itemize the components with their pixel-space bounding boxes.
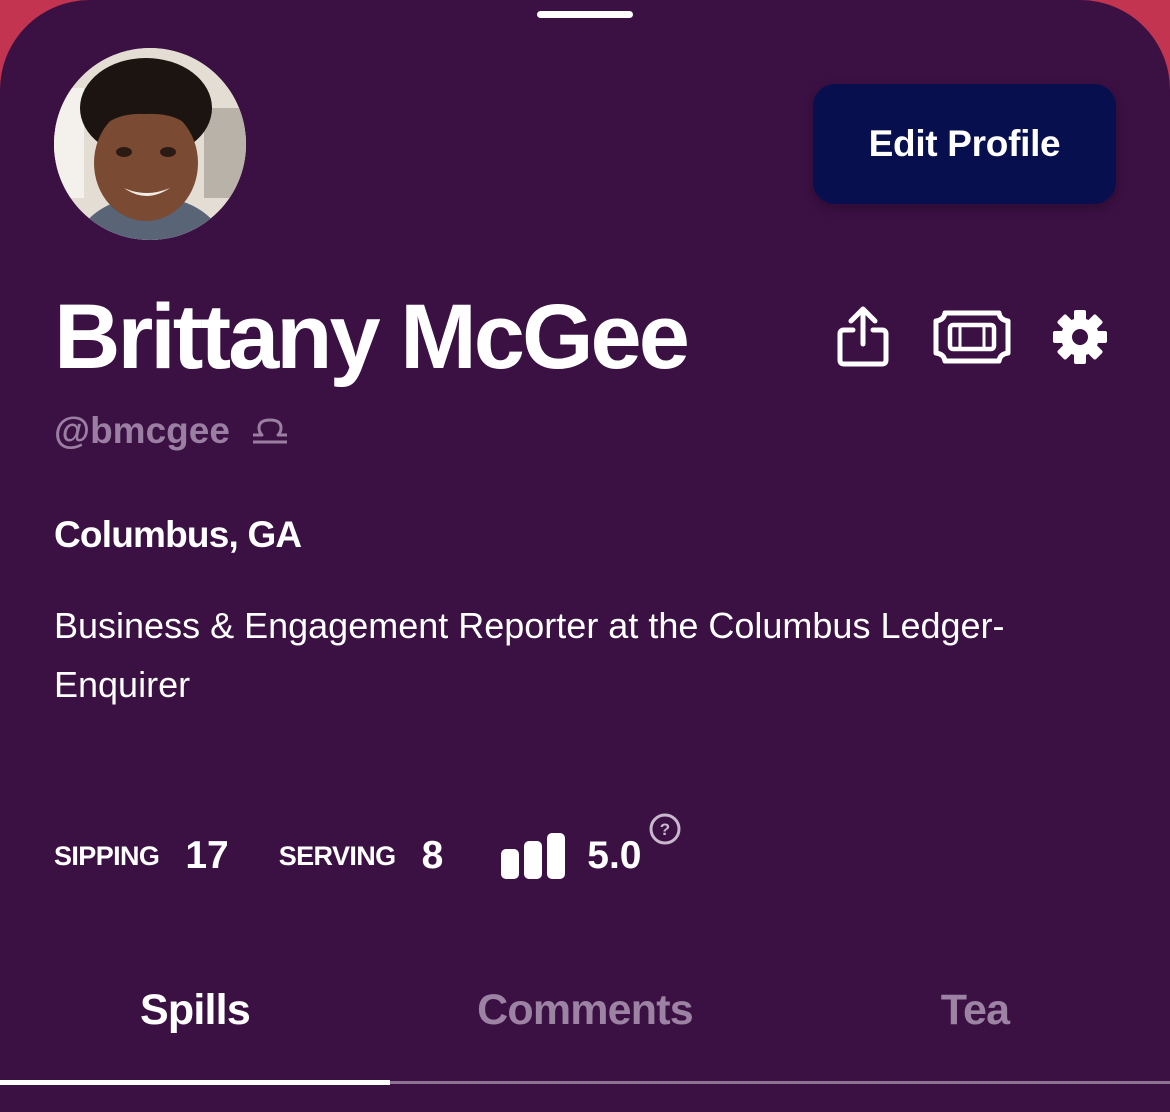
svg-text:?: ? — [659, 820, 669, 839]
sipping-label[interactable]: SIPPING — [54, 841, 160, 872]
tab-bar: Spills Comments Tea — [0, 960, 1170, 1060]
profile-handle: @bmcgee — [54, 410, 230, 451]
tab-spills[interactable]: Spills — [0, 960, 390, 1060]
sheet-grabber[interactable] — [537, 11, 633, 18]
profile-sheet: Edit Profile Brittany McGee @bmcgee Colu… — [0, 0, 1170, 1112]
avatar — [54, 48, 246, 240]
share-icon[interactable] — [835, 306, 891, 368]
tab-tea[interactable]: Tea — [780, 960, 1170, 1060]
sipping-count[interactable]: 17 — [185, 834, 228, 878]
serving-count[interactable]: 8 — [422, 834, 444, 878]
profile-name: Brittany McGee — [54, 286, 690, 388]
tab-comments[interactable]: Comments — [390, 960, 780, 1060]
rating-value: 5.0 — [587, 834, 642, 877]
ticket-icon[interactable] — [933, 310, 1011, 364]
stats-row: SIPPING 17 SERVING 8 5.0 ? — [54, 813, 682, 888]
profile-bio: Business & Engagement Reporter at the Co… — [54, 605, 1005, 705]
gear-icon[interactable] — [1052, 309, 1108, 365]
question-circle-icon[interactable]: ? — [648, 812, 682, 846]
user-photo-icon — [54, 48, 246, 240]
serving-label[interactable]: SERVING — [279, 841, 396, 872]
profile-location: Columbus, GA — [54, 514, 302, 555]
handle-row: @bmcgee — [54, 406, 290, 456]
bars-icon — [501, 833, 566, 879]
edit-profile-button[interactable]: Edit Profile — [813, 84, 1116, 204]
libra-icon — [252, 418, 287, 444]
tab-active-indicator — [0, 1080, 390, 1085]
